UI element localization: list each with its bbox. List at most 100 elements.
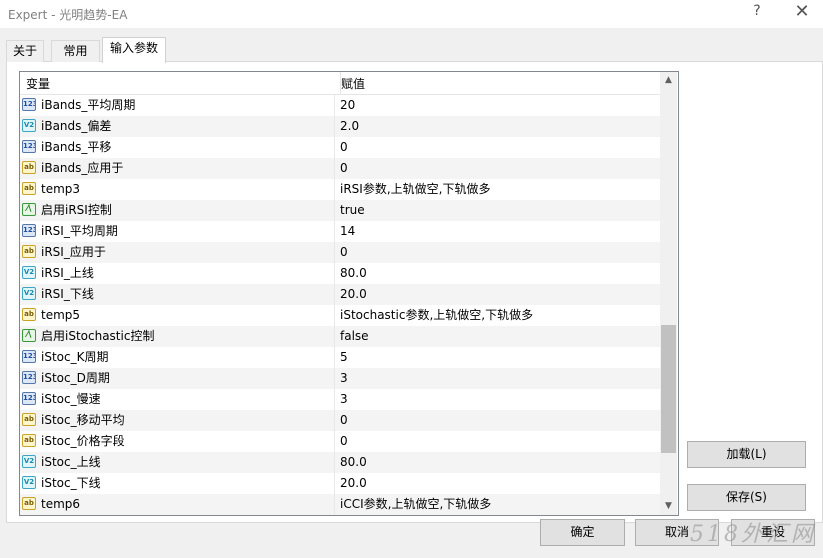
- variable-name: iRSI_下线: [41, 287, 94, 301]
- value-cell[interactable]: iCCI参数,上轨做空,下轨做多: [336, 494, 660, 515]
- integer-type-icon: 123: [22, 392, 36, 405]
- value-cell[interactable]: 0: [336, 242, 660, 263]
- variable-name: 启用iRSI控制: [41, 203, 112, 217]
- variable-cell: ⁄\ 启用iStochastic控制: [20, 326, 335, 347]
- variable-name: iBands_偏差: [41, 119, 112, 133]
- string-type-icon: ab: [22, 497, 36, 510]
- value-cell[interactable]: 80.0: [336, 452, 660, 473]
- variable-cell: 123 iBands_平移: [20, 137, 335, 158]
- value-cell[interactable]: 5: [336, 347, 660, 368]
- table-row[interactable]: 123 iBands_平均周期 20: [20, 95, 660, 116]
- variable-cell: 123 iStoc_慢速: [20, 389, 335, 410]
- variable-name: iStoc_慢速: [41, 392, 101, 406]
- value-cell[interactable]: 3: [336, 389, 660, 410]
- variable-cell: 123 iStoc_K周期: [20, 347, 335, 368]
- value-cell[interactable]: 3: [336, 368, 660, 389]
- variable-name: iBands_平均周期: [41, 98, 136, 112]
- scroll-down-icon[interactable]: ▼: [660, 498, 677, 515]
- table-row[interactable]: V2 iStoc_下线 20.0: [20, 473, 660, 494]
- table-row[interactable]: V2 iRSI_上线 80.0: [20, 263, 660, 284]
- string-type-icon: ab: [22, 413, 36, 426]
- variable-name: iRSI_平均周期: [41, 224, 118, 238]
- boolean-type-icon: ⁄\: [22, 329, 36, 342]
- variable-cell: ab iRSI_应用于: [20, 242, 335, 263]
- variable-name: iStoc_K周期: [41, 350, 109, 364]
- string-type-icon: ab: [22, 434, 36, 447]
- table-row[interactable]: ⁄\ 启用iRSI控制 true: [20, 200, 660, 221]
- variable-cell: ab temp3: [20, 179, 335, 200]
- value-cell[interactable]: 0: [336, 158, 660, 179]
- value-cell[interactable]: false: [336, 326, 660, 347]
- help-icon[interactable]: ?: [750, 3, 764, 23]
- table-row[interactable]: ab iStoc_价格字段 0: [20, 431, 660, 452]
- scrollbar-thumb[interactable]: [661, 325, 676, 453]
- value-cell[interactable]: 20.0: [336, 473, 660, 494]
- table-row[interactable]: ab iRSI_应用于 0: [20, 242, 660, 263]
- variable-name: iBands_应用于: [41, 161, 124, 175]
- table-row[interactable]: 123 iStoc_慢速 3: [20, 389, 660, 410]
- tab-inputs[interactable]: 输入参数: [102, 37, 166, 63]
- table-row[interactable]: 123 iRSI_平均周期 14: [20, 221, 660, 242]
- close-icon[interactable]: ✕: [792, 1, 812, 25]
- value-cell[interactable]: 20: [336, 95, 660, 116]
- double-type-icon: V2: [22, 119, 36, 132]
- variable-name: iBands_平移: [41, 140, 112, 154]
- variable-name: iStoc_下线: [41, 476, 101, 490]
- value-cell[interactable]: 0: [336, 137, 660, 158]
- table-row[interactable]: 123 iStoc_K周期 5: [20, 347, 660, 368]
- variable-name: temp3: [41, 182, 81, 196]
- variable-name: iStoc_价格字段: [41, 434, 125, 448]
- variable-name: iStoc_D周期: [41, 371, 110, 385]
- value-cell[interactable]: 0: [336, 410, 660, 431]
- variable-cell: ab temp6: [20, 494, 335, 515]
- table-row[interactable]: ab temp3 iRSI参数,上轨做空,下轨做多: [20, 179, 660, 200]
- variable-name: iStoc_上线: [41, 455, 101, 469]
- value-cell[interactable]: iRSI参数,上轨做空,下轨做多: [336, 179, 660, 200]
- variable-cell: ab iStoc_价格字段: [20, 431, 335, 452]
- reset-button[interactable]: 重设: [731, 519, 815, 546]
- vertical-scrollbar[interactable]: ▲ ▼: [660, 72, 677, 515]
- table-row[interactable]: V2 iRSI_下线 20.0: [20, 284, 660, 305]
- parameters-table: 变量 赋值 123 iBands_平均周期 20 V2 iBands_偏差 2.0 123 i…: [19, 71, 679, 516]
- table-row[interactable]: ⁄\ 启用iStochastic控制 false: [20, 326, 660, 347]
- value-cell[interactable]: true: [336, 200, 660, 221]
- variable-name: iStoc_移动平均: [41, 413, 125, 427]
- string-type-icon: ab: [22, 182, 36, 195]
- table-header: 变量 赋值: [20, 72, 660, 95]
- tab-common[interactable]: 常用: [51, 40, 100, 62]
- string-type-icon: ab: [22, 161, 36, 174]
- variable-cell: V2 iStoc_上线: [20, 452, 335, 473]
- ok-button[interactable]: 确定: [540, 519, 625, 546]
- table-row[interactable]: 123 iBands_平移 0: [20, 137, 660, 158]
- table-row[interactable]: ab temp6 iCCI参数,上轨做空,下轨做多: [20, 494, 660, 515]
- variable-cell: V2 iStoc_下线: [20, 473, 335, 494]
- save-button[interactable]: 保存(S): [687, 484, 806, 511]
- title-bar: Expert - 光明趋势-EA ? ✕: [0, 0, 823, 28]
- table-row[interactable]: ab iStoc_移动平均 0: [20, 410, 660, 431]
- table-row[interactable]: V2 iBands_偏差 2.0: [20, 116, 660, 137]
- value-cell[interactable]: 2.0: [336, 116, 660, 137]
- value-cell[interactable]: 20.0: [336, 284, 660, 305]
- variable-name: temp5: [41, 308, 81, 322]
- load-button[interactable]: 加载(L): [687, 441, 806, 468]
- boolean-type-icon: ⁄\: [22, 203, 36, 216]
- tab-about[interactable]: 关于: [6, 40, 44, 62]
- variable-cell: ⁄\ 启用iRSI控制: [20, 200, 335, 221]
- table-row[interactable]: V2 iStoc_上线 80.0: [20, 452, 660, 473]
- column-header-variable[interactable]: 变量: [20, 72, 341, 94]
- value-cell[interactable]: 80.0: [336, 263, 660, 284]
- table-row[interactable]: ab iBands_应用于 0: [20, 158, 660, 179]
- value-cell[interactable]: 14: [336, 221, 660, 242]
- cancel-button[interactable]: 取消: [635, 519, 719, 546]
- column-header-value[interactable]: 赋值: [335, 72, 660, 94]
- table-row[interactable]: 123 iStoc_D周期 3: [20, 368, 660, 389]
- variable-name: iRSI_上线: [41, 266, 94, 280]
- double-type-icon: V2: [22, 287, 36, 300]
- window-title: Expert - 光明趋势-EA: [8, 8, 128, 22]
- integer-type-icon: 123: [22, 98, 36, 111]
- value-cell[interactable]: 0: [336, 431, 660, 452]
- table-row[interactable]: ab temp5 iStochastic参数,上轨做空,下轨做多: [20, 305, 660, 326]
- value-cell[interactable]: iStochastic参数,上轨做空,下轨做多: [336, 305, 660, 326]
- integer-type-icon: 123: [22, 371, 36, 384]
- scroll-up-icon[interactable]: ▲: [660, 72, 677, 89]
